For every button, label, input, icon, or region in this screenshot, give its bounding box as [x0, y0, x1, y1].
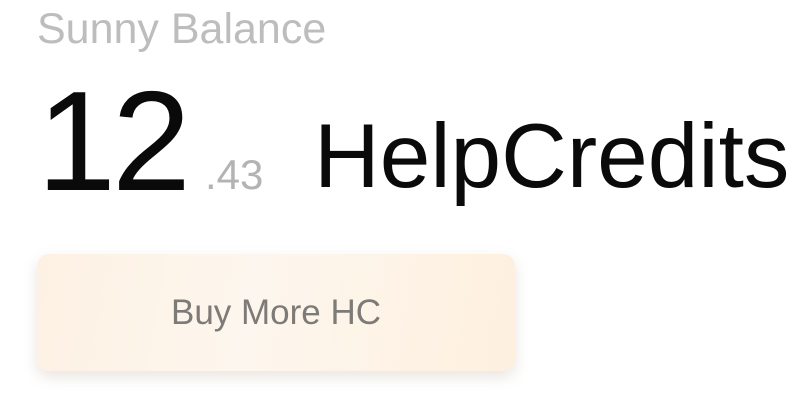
balance-decimal: .43: [205, 151, 264, 198]
balance-amount: 12 .43 HelpCredits: [37, 62, 812, 222]
balance-label: Sunny Balance: [37, 5, 327, 53]
buy-button-label: Buy More HC: [170, 292, 382, 332]
balance-integer: 12: [37, 62, 191, 221]
buy-more-hc-button[interactable]: Buy More HC: [37, 254, 515, 371]
balance-unit: HelpCredits: [314, 106, 790, 207]
